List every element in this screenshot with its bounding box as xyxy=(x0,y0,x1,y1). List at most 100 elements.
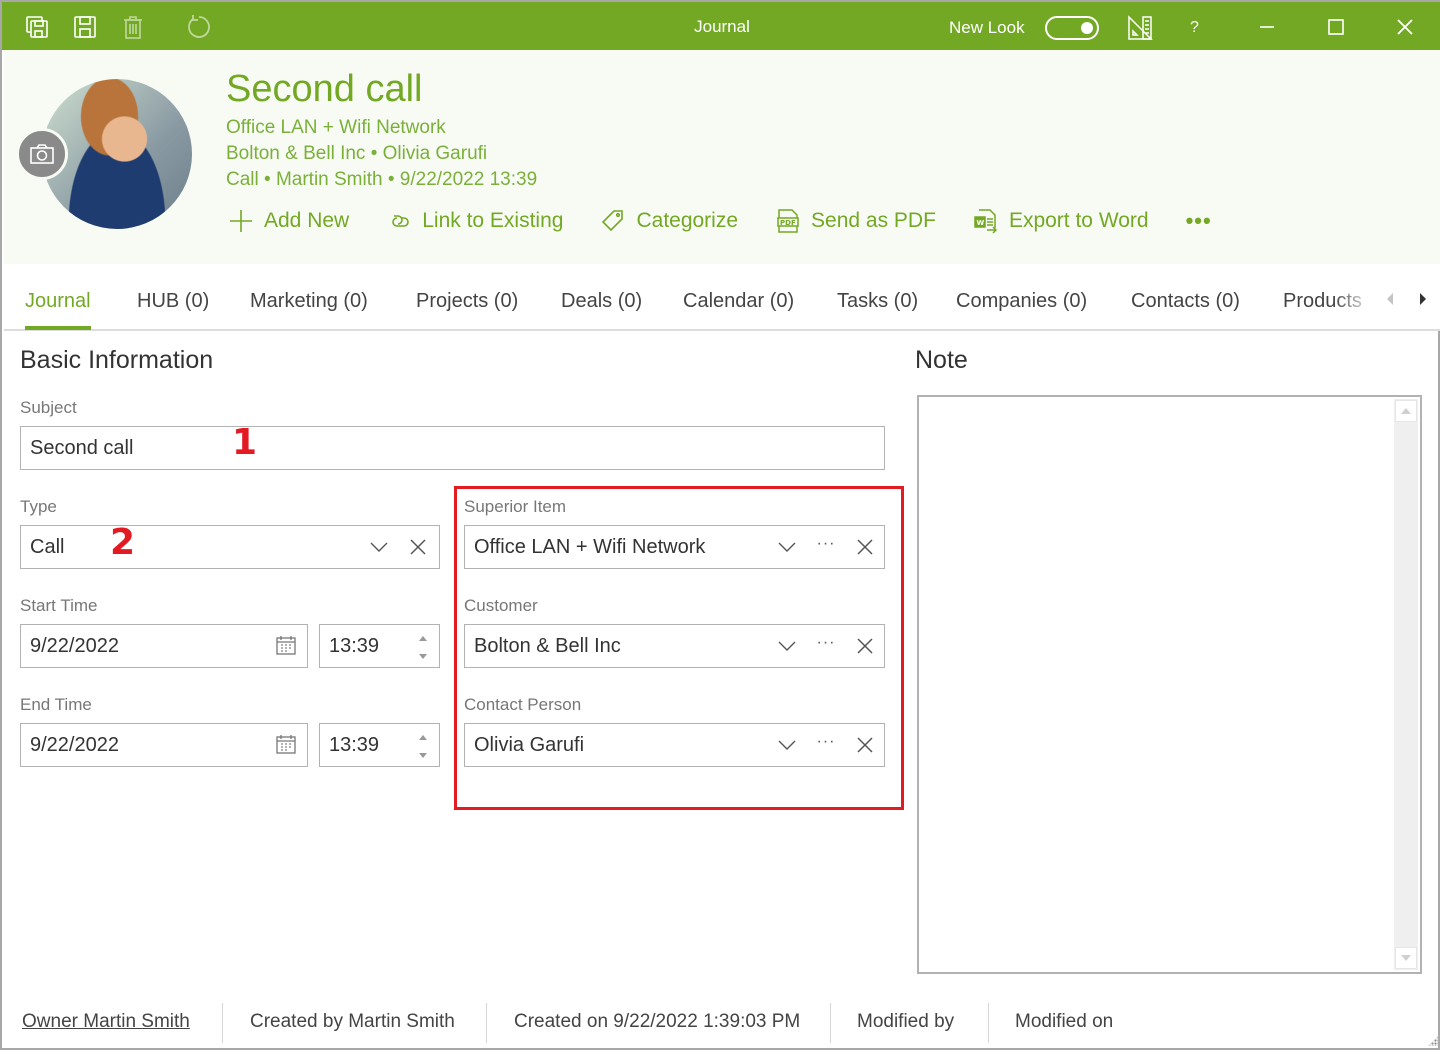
send-as-pdf-label: Send as PDF xyxy=(811,209,936,232)
new-look-label: New Look xyxy=(949,18,1025,37)
contact-person-value: Olivia Garufi xyxy=(474,734,585,756)
delete-icon[interactable] xyxy=(120,14,146,40)
tab-calendar[interactable]: Calendar (0) xyxy=(683,290,794,313)
record-header: Second call Office LAN + Wifi Network Bo… xyxy=(4,50,1440,264)
tab-deals[interactable]: Deals (0) xyxy=(561,290,642,313)
calendar-icon[interactable] xyxy=(276,734,296,754)
maximize-button[interactable] xyxy=(1316,8,1356,46)
window-title: Journal xyxy=(694,17,750,36)
note-textarea[interactable] xyxy=(917,395,1422,974)
export-to-word-button[interactable]: W Export to Word xyxy=(973,208,1149,234)
contact-person-label: Contact Person xyxy=(464,695,582,714)
scroll-up-icon[interactable] xyxy=(1395,400,1417,422)
change-photo-button[interactable] xyxy=(16,128,68,180)
tab-fade xyxy=(1334,284,1374,324)
tab-contacts[interactable]: Contacts (0) xyxy=(1131,290,1240,313)
browse-more-button[interactable]: ··· xyxy=(816,534,836,554)
increment-icon[interactable] xyxy=(415,631,431,645)
caret-left-icon xyxy=(1387,293,1393,305)
created-on: Created on 9/22/2022 1:39:03 PM xyxy=(514,1011,801,1032)
start-date-input[interactable]: 9/22/2022 xyxy=(20,624,308,668)
minimize-button[interactable] xyxy=(1247,8,1287,46)
chevron-down-icon[interactable] xyxy=(777,537,797,557)
save-and-close-icon[interactable] xyxy=(24,14,50,40)
tab-scroll-right-button[interactable] xyxy=(1417,292,1429,306)
created-by: Created by Martin Smith xyxy=(250,1011,455,1032)
customer-label: Customer xyxy=(464,596,538,615)
type-select[interactable]: Call xyxy=(20,525,440,569)
tab-tasks[interactable]: Tasks (0) xyxy=(837,290,918,313)
add-new-button[interactable]: Add New xyxy=(228,208,349,234)
decrement-icon[interactable] xyxy=(415,649,431,663)
new-look-toggle[interactable] xyxy=(1045,16,1099,40)
browse-more-button[interactable]: ··· xyxy=(816,633,836,653)
resize-grip[interactable] xyxy=(1428,1036,1438,1046)
tab-companies[interactable]: Companies (0) xyxy=(956,290,1087,313)
svg-text:W: W xyxy=(976,219,984,227)
start-time-label: Start Time xyxy=(20,596,98,615)
save-icon[interactable] xyxy=(72,14,98,40)
tab-journal[interactable]: Journal xyxy=(25,290,91,330)
modified-by: Modified by xyxy=(857,1011,955,1032)
close-button[interactable] xyxy=(1385,8,1425,46)
tab-projects[interactable]: Projects (0) xyxy=(416,290,518,313)
maximize-icon xyxy=(1328,19,1344,35)
annotation-marker-2: 2 xyxy=(110,522,136,563)
subject-input[interactable]: Second call xyxy=(20,426,885,470)
basic-information-heading: Basic Information xyxy=(20,346,214,374)
title-bar: Journal New Look ? xyxy=(2,0,1440,50)
contact-person-select[interactable]: Olivia Garufi ··· xyxy=(464,723,885,767)
tab-hub[interactable]: HUB (0) xyxy=(137,290,209,313)
categorize-button[interactable]: Categorize xyxy=(600,208,738,234)
chevron-down-icon[interactable] xyxy=(369,537,389,557)
superior-item-link[interactable]: Office LAN + Wifi Network xyxy=(226,117,446,139)
type-value: Call xyxy=(30,536,65,558)
journal-window: Journal New Look ? Second call Office LA… xyxy=(0,0,1440,1050)
increment-icon[interactable] xyxy=(415,730,431,744)
start-time-value: 13:39 xyxy=(329,635,380,657)
note-scrollbar[interactable] xyxy=(1394,399,1418,970)
tab-marketing[interactable]: Marketing (0) xyxy=(250,290,368,313)
clear-icon[interactable] xyxy=(855,636,875,656)
decrement-icon[interactable] xyxy=(415,748,431,762)
svg-text:PDF: PDF xyxy=(780,219,796,227)
caret-right-icon xyxy=(1420,293,1426,305)
tab-scroll-left-button[interactable] xyxy=(1384,292,1396,306)
modified-on: Modified on xyxy=(1015,1011,1114,1032)
footer-divider xyxy=(486,1003,487,1043)
tag-icon xyxy=(602,210,624,232)
end-date-input[interactable]: 9/22/2022 xyxy=(20,723,308,767)
browse-more-button[interactable]: ··· xyxy=(816,732,836,752)
superior-item-label: Superior Item xyxy=(464,497,567,516)
ruler-triangle-icon[interactable] xyxy=(1127,15,1153,41)
more-actions-button[interactable]: ••• xyxy=(1186,208,1212,234)
chevron-down-icon[interactable] xyxy=(777,636,797,656)
owner-link[interactable]: Owner Martin Smith xyxy=(22,1011,190,1033)
status-footer: Owner Martin Smith Created by Martin Smi… xyxy=(4,995,1440,1048)
clear-icon[interactable] xyxy=(855,735,875,755)
footer-divider xyxy=(830,1003,831,1043)
start-time-input[interactable]: 13:39 xyxy=(319,624,440,668)
clear-icon[interactable] xyxy=(408,537,428,557)
link-to-existing-label: Link to Existing xyxy=(422,209,564,232)
categorize-label: Categorize xyxy=(636,209,739,232)
scroll-down-icon[interactable] xyxy=(1395,947,1417,969)
note-heading: Note xyxy=(915,346,968,374)
camera-icon xyxy=(30,144,54,164)
link-to-existing-button[interactable]: Link to Existing xyxy=(386,208,563,234)
chevron-down-icon[interactable] xyxy=(777,735,797,755)
customer-select[interactable]: Bolton & Bell Inc ··· xyxy=(464,624,885,668)
help-button[interactable]: ? xyxy=(1190,19,1199,37)
type-label: Type xyxy=(20,497,57,516)
superior-item-select[interactable]: Office LAN + Wifi Network ··· xyxy=(464,525,885,569)
superior-item-value: Office LAN + Wifi Network xyxy=(474,536,706,558)
refresh-icon[interactable] xyxy=(185,14,211,40)
subject-label: Subject xyxy=(20,398,77,417)
calendar-icon[interactable] xyxy=(276,635,296,655)
end-time-input[interactable]: 13:39 xyxy=(319,723,440,767)
customer-contact-line[interactable]: Bolton & Bell Inc • Olivia Garufi xyxy=(226,143,487,165)
link-icon xyxy=(392,215,410,227)
clear-icon[interactable] xyxy=(855,537,875,557)
send-as-pdf-button[interactable]: PDF Send as PDF xyxy=(775,208,936,234)
end-date-value: 9/22/2022 xyxy=(30,734,119,756)
